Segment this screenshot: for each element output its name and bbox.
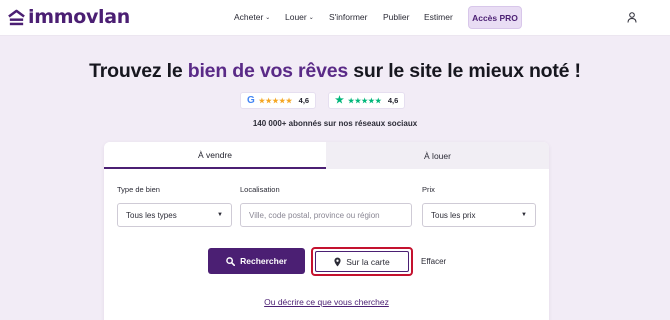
rating-score: 4,6 bbox=[298, 96, 310, 105]
headline-part: sur le site le mieux noté ! bbox=[348, 60, 581, 82]
dropdown-arrow-icon: ▼ bbox=[217, 212, 223, 218]
page-headline: Trouvez le bien de vos rêves sur le site… bbox=[0, 60, 670, 83]
location-input[interactable]: Ville, code postal, province ou région bbox=[240, 203, 412, 227]
headline-accent: bien de vos rêves bbox=[187, 60, 349, 82]
tab-a-louer[interactable]: À louer bbox=[326, 142, 549, 169]
map-pin-icon bbox=[334, 257, 341, 266]
rating-score: 4,6 bbox=[387, 96, 399, 105]
property-type-select[interactable]: Tous les types ▼ bbox=[117, 203, 232, 227]
house-logo-icon bbox=[8, 9, 25, 25]
chevron-down-icon: ⌄ bbox=[265, 14, 271, 21]
pro-access-button[interactable]: Accès PRO bbox=[468, 6, 522, 29]
map-button-inner[interactable]: Sur la carte bbox=[315, 251, 409, 272]
search-card: À vendre À louer Type de bien Tous les t… bbox=[104, 142, 549, 320]
google-rating-badge: G ★★★★★ 4,6 bbox=[240, 92, 317, 109]
dropdown-arrow-icon: ▼ bbox=[521, 212, 527, 218]
price-label: Prix bbox=[422, 185, 435, 194]
search-button-label: Rechercher bbox=[240, 256, 287, 266]
top-header: immovlan Acheter ⌄ Louer ⌄ S'informer Publ… bbox=[0, 0, 670, 36]
nav-item-publier[interactable]: Publier bbox=[383, 12, 409, 22]
rating-stars: ★★★★★ bbox=[258, 97, 293, 105]
nav-item-sinformer[interactable]: S'informer bbox=[329, 12, 367, 22]
rating-stars: ★★★★★ bbox=[347, 97, 382, 105]
google-icon: G bbox=[247, 95, 255, 106]
trustpilot-icon: ★ bbox=[335, 95, 344, 106]
map-button[interactable]: Sur la carte bbox=[311, 247, 413, 276]
property-type-label: Type de bien bbox=[117, 185, 160, 194]
nav-label: Louer bbox=[285, 12, 307, 22]
immovlan-logo[interactable]: immovlan bbox=[7, 6, 130, 28]
nav-item-acheter[interactable]: Acheter ⌄ bbox=[234, 12, 270, 22]
headline-part: Trouvez le bbox=[89, 60, 188, 82]
nav-item-louer[interactable]: Louer ⌄ bbox=[285, 12, 314, 22]
search-button[interactable]: Rechercher bbox=[208, 248, 305, 274]
logo-text: immovlan bbox=[28, 6, 131, 28]
chevron-down-icon: ⌄ bbox=[308, 14, 314, 21]
tab-a-vendre[interactable]: À vendre bbox=[104, 142, 326, 169]
price-select[interactable]: Tous les prix ▼ bbox=[422, 203, 536, 227]
select-value: Tous les prix bbox=[431, 210, 476, 220]
search-icon bbox=[226, 256, 236, 266]
nav-item-estimer[interactable]: Estimer bbox=[424, 12, 453, 22]
clear-button[interactable]: Effacer bbox=[421, 257, 446, 266]
subscribers-text: 140 000+ abonnés sur nos réseaux sociaux bbox=[252, 119, 418, 128]
nav-label: Acheter bbox=[234, 12, 264, 22]
describe-search-link[interactable]: Ou décrire ce que vous cherchez bbox=[104, 297, 549, 307]
map-button-label: Sur la carte bbox=[346, 256, 390, 267]
trustpilot-rating-badge: ★ ★★★★★ 4,6 bbox=[328, 92, 406, 109]
location-label: Localisation bbox=[240, 185, 280, 194]
select-value: Tous les types bbox=[126, 210, 177, 220]
user-icon[interactable] bbox=[627, 12, 637, 23]
